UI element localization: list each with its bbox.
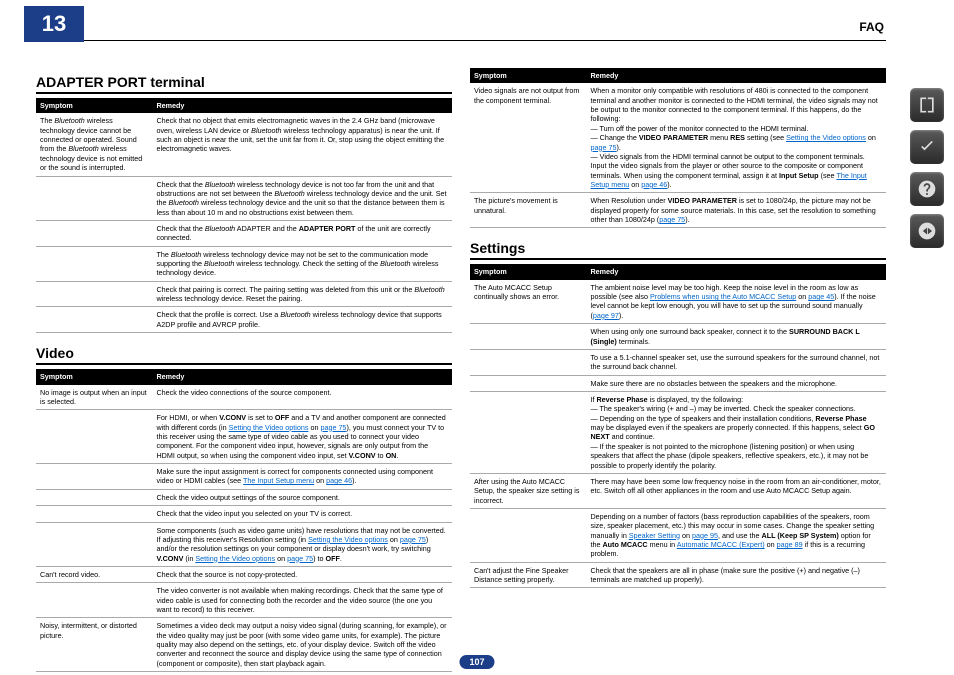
- remedy-cell: If Reverse Phase is displayed, try the f…: [586, 391, 886, 473]
- chapter-number: 13: [24, 6, 84, 42]
- table-row: The Auto MCACC Setup continually shows a…: [470, 280, 886, 324]
- table-row: When using only one surround back speake…: [470, 324, 886, 350]
- remedy-cell: The Bluetooth wireless technology device…: [152, 246, 452, 281]
- remedy-cell: Check that the Bluetooth wireless techno…: [152, 176, 452, 220]
- remedy-cell: Some components (such as video game unit…: [152, 522, 452, 566]
- table-row: Check that the video input you selected …: [36, 506, 452, 522]
- table-row: Check that the Bluetooth ADAPTER and the…: [36, 220, 452, 246]
- audio-icon[interactable]: [910, 214, 944, 248]
- table-row: Check the video output settings of the s…: [36, 489, 452, 505]
- remedy-cell: Check that no object that emits electrom…: [152, 113, 452, 176]
- symptom-cell: [470, 324, 586, 350]
- section-title-video: Video: [36, 345, 452, 365]
- symptom-cell: [470, 375, 586, 391]
- table-row: The Bluetooth wireless technology device…: [36, 113, 452, 176]
- table-video: SymptomRemedy No image is output when an…: [36, 369, 452, 672]
- remedy-cell: Check that the Bluetooth ADAPTER and the…: [152, 220, 452, 246]
- symptom-cell: Video signals are not output from the co…: [470, 83, 586, 192]
- symptom-cell: [470, 508, 586, 562]
- section-title-adapter: ADAPTER PORT terminal: [36, 74, 452, 94]
- check-icon[interactable]: [910, 130, 944, 164]
- remedy-cell: Make sure the input assignment is correc…: [152, 464, 452, 490]
- symptom-cell: [470, 349, 586, 375]
- remedy-cell: When Resolution under VIDEO PARAMETER is…: [586, 193, 886, 228]
- symptom-cell: [36, 307, 152, 333]
- symptom-cell: Can't adjust the Fine Speaker Distance s…: [470, 562, 586, 588]
- remedy-cell: When using only one surround back speake…: [586, 324, 886, 350]
- remedy-cell: The ambient noise level may be too high.…: [586, 280, 886, 324]
- remedy-cell: Check the video connections of the sourc…: [152, 385, 452, 410]
- symptom-cell: The Auto MCACC Setup continually shows a…: [470, 280, 586, 324]
- remedy-cell: Check that the source is not copy-protec…: [152, 566, 452, 582]
- table-row: Check that the Bluetooth wireless techno…: [36, 176, 452, 220]
- table-row: Check that the profile is correct. Use a…: [36, 307, 452, 333]
- table-row: Depending on a number of factors (bass r…: [470, 508, 886, 562]
- table-video-cont: SymptomRemedy Video signals are not outp…: [470, 68, 886, 228]
- table-settings: SymptomRemedy The Auto MCACC Setup conti…: [470, 264, 886, 588]
- page-header-label: FAQ: [859, 20, 884, 34]
- table-row: The video converter is not available whe…: [36, 583, 452, 618]
- remedy-cell: Check the video output settings of the s…: [152, 489, 452, 505]
- symptom-cell: No image is output when an input is sele…: [36, 385, 152, 410]
- remedy-cell: Check that the speakers are all in phase…: [586, 562, 886, 588]
- table-row: Some components (such as video game unit…: [36, 522, 452, 566]
- remedy-cell: When a monitor only compatible with reso…: [586, 83, 886, 192]
- symptom-cell: [36, 506, 152, 522]
- page-number-badge: 107: [459, 655, 494, 669]
- horizontal-rule: [24, 40, 886, 41]
- remedy-cell: Check that the video input you selected …: [152, 506, 452, 522]
- symptom-cell: [36, 246, 152, 281]
- symptom-cell: Can't record video.: [36, 566, 152, 582]
- remedy-cell: Sometimes a video deck may output a nois…: [152, 618, 452, 672]
- table-row: If Reverse Phase is displayed, try the f…: [470, 391, 886, 473]
- book-icon[interactable]: [910, 88, 944, 122]
- symptom-cell: The picture's movement is unnatural.: [470, 193, 586, 228]
- help-icon[interactable]: [910, 172, 944, 206]
- table-row: For HDMI, or when V.CONV is set to OFF a…: [36, 410, 452, 464]
- symptom-cell: [36, 464, 152, 490]
- remedy-cell: Make sure there are no obstacles between…: [586, 375, 886, 391]
- remedy-cell: There may have been some low frequency n…: [586, 473, 886, 508]
- remedy-cell: Depending on a number of factors (bass r…: [586, 508, 886, 562]
- symptom-cell: [470, 391, 586, 473]
- symptom-cell: [36, 583, 152, 618]
- symptom-cell: [36, 522, 152, 566]
- symptom-cell: [36, 220, 152, 246]
- left-column: ADAPTER PORT terminal SymptomRemedy The …: [36, 68, 452, 672]
- table-row: The Bluetooth wireless technology device…: [36, 246, 452, 281]
- table-row: Can't adjust the Fine Speaker Distance s…: [470, 562, 886, 588]
- remedy-cell: Check that the profile is correct. Use a…: [152, 307, 452, 333]
- remedy-cell: The video converter is not available whe…: [152, 583, 452, 618]
- table-row: Noisy, intermittent, or distorted pictur…: [36, 618, 452, 672]
- table-row: The picture's movement is unnatural.When…: [470, 193, 886, 228]
- remedy-cell: Check that pairing is correct. The pairi…: [152, 281, 452, 307]
- symptom-cell: [36, 410, 152, 464]
- side-nav-icons: [910, 88, 944, 248]
- remedy-cell: To use a 5.1-channel speaker set, use th…: [586, 349, 886, 375]
- remedy-cell: For HDMI, or when V.CONV is set to OFF a…: [152, 410, 452, 464]
- table-row: No image is output when an input is sele…: [36, 385, 452, 410]
- symptom-cell: After using the Auto MCACC Setup, the sp…: [470, 473, 586, 508]
- symptom-cell: Noisy, intermittent, or distorted pictur…: [36, 618, 152, 672]
- symptom-cell: [36, 176, 152, 220]
- table-row: Can't record video.Check that the source…: [36, 566, 452, 582]
- right-column: SymptomRemedy Video signals are not outp…: [470, 68, 886, 672]
- table-row: Make sure there are no obstacles between…: [470, 375, 886, 391]
- table-row: Check that pairing is correct. The pairi…: [36, 281, 452, 307]
- symptom-cell: [36, 281, 152, 307]
- table-row: Video signals are not output from the co…: [470, 83, 886, 192]
- symptom-cell: [36, 489, 152, 505]
- table-row: To use a 5.1-channel speaker set, use th…: [470, 349, 886, 375]
- table-row: After using the Auto MCACC Setup, the sp…: [470, 473, 886, 508]
- table-adapter-port: SymptomRemedy The Bluetooth wireless tec…: [36, 98, 452, 333]
- symptom-cell: The Bluetooth wireless technology device…: [36, 113, 152, 176]
- section-title-settings: Settings: [470, 240, 886, 260]
- table-row: Make sure the input assignment is correc…: [36, 464, 452, 490]
